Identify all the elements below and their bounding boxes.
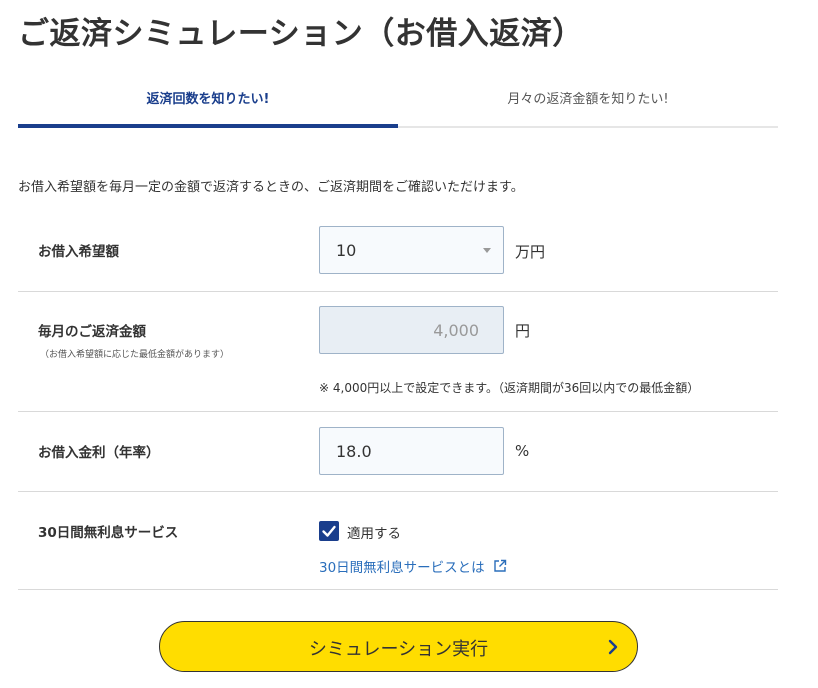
interest-free-label: 30日間無利息サービス bbox=[38, 525, 179, 541]
monthly-payment-label: 毎月のご返済金額 bbox=[38, 324, 146, 340]
loan-amount-select[interactable]: 10 bbox=[319, 226, 504, 274]
row-loan-amount: お借入希望額 10 万円 bbox=[18, 211, 778, 292]
external-link-icon bbox=[493, 559, 506, 572]
interest-rate-label: お借入金利（年率） bbox=[38, 445, 160, 461]
interest-free-checkbox[interactable] bbox=[319, 521, 339, 541]
interest-free-link-text: 30日間無利息サービスとは bbox=[319, 560, 485, 576]
tab-repayment-count[interactable]: 返済回数を知りたい! bbox=[18, 68, 398, 128]
monthly-payment-sublabel: （お借入希望額に応じた最低金額があります） bbox=[40, 350, 230, 360]
row-interest-free: 30日間無利息サービス 適用する 30日間無利息サービスとは bbox=[18, 492, 778, 590]
run-simulation-label: シミュレーション実行 bbox=[308, 639, 489, 660]
interest-rate-unit: % bbox=[515, 442, 530, 460]
row-interest-rate: お借入金利（年率） 18.0 % bbox=[18, 412, 778, 492]
run-simulation-button[interactable]: シミュレーション実行 bbox=[159, 621, 638, 672]
interest-rate-input[interactable]: 18.0 bbox=[319, 427, 504, 475]
page-title: ご返済シミュレーション（お借入返済） bbox=[18, 16, 584, 52]
description-text: お借入希望額を毎月一定の金額で返済するときの、ご返済期間をご確認いただけます。 bbox=[18, 180, 524, 195]
monthly-payment-unit: 円 bbox=[515, 322, 531, 340]
tab-bar: 返済回数を知りたい! 月々の返済金額を知りたい! bbox=[18, 68, 778, 128]
caret-down-icon bbox=[483, 248, 491, 253]
row-monthly-payment: 毎月のご返済金額 （お借入希望額に応じた最低金額があります） 4,000 円 ※… bbox=[18, 292, 778, 412]
interest-rate-value: 18.0 bbox=[336, 442, 372, 461]
checkmark-icon bbox=[322, 525, 336, 537]
loan-amount-value: 10 bbox=[336, 241, 357, 260]
monthly-payment-note: ※ 4,000円以上で設定できます。（返済期間が36回以内での最低金額） bbox=[319, 381, 700, 395]
interest-free-info-link[interactable]: 30日間無利息サービスとは bbox=[319, 556, 507, 576]
monthly-payment-input: 4,000 bbox=[319, 306, 504, 354]
monthly-payment-value: 4,000 bbox=[433, 321, 479, 340]
tab-monthly-amount[interactable]: 月々の返済金額を知りたい! bbox=[398, 68, 778, 126]
chevron-right-icon bbox=[608, 639, 618, 655]
loan-amount-unit: 万円 bbox=[515, 243, 546, 261]
interest-free-checkbox-label[interactable]: 適用する bbox=[347, 522, 401, 542]
loan-amount-label: お借入希望額 bbox=[38, 244, 119, 260]
